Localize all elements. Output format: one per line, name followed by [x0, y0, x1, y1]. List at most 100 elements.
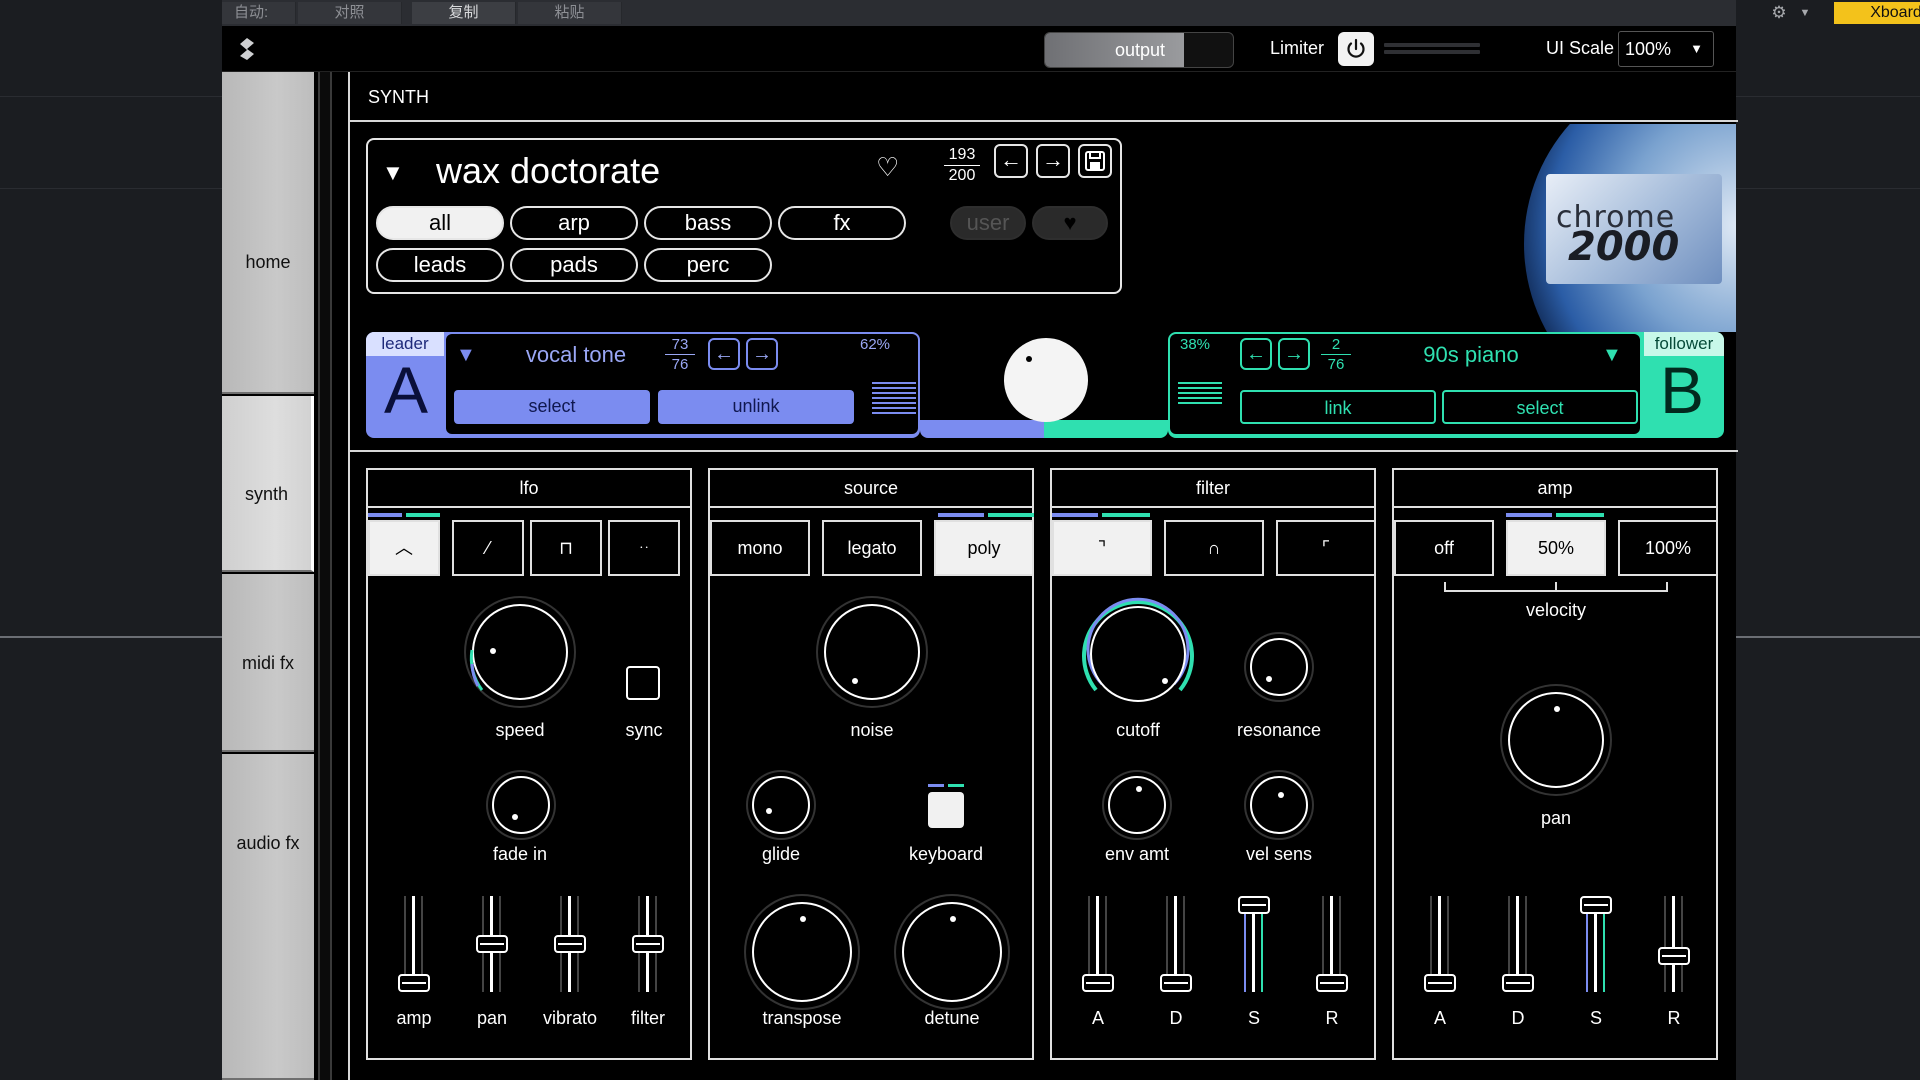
nav-item-audio-fx[interactable]: audio fx [222, 754, 314, 1080]
leader-sound-name[interactable]: vocal tone [506, 342, 646, 368]
nav-item-home[interactable]: home [222, 72, 314, 394]
leader-unlink-button[interactable]: unlink [658, 390, 854, 424]
fader-handle[interactable] [1580, 896, 1612, 914]
filter-pill-pads[interactable]: pads [510, 248, 638, 282]
lfo-shape-saw-button[interactable]: ⁄ [452, 520, 524, 576]
amp-pan-knob[interactable] [1508, 692, 1604, 788]
lfo-pan-fader[interactable] [462, 896, 522, 996]
lfo-shape-square-button[interactable]: ⊓ [530, 520, 602, 576]
source-noise-knob[interactable] [824, 604, 920, 700]
preset-name[interactable]: wax doctorate [436, 150, 660, 192]
amp-decay-fader[interactable] [1488, 896, 1548, 996]
filter-env-amt-knob[interactable] [1108, 776, 1166, 834]
lfo-fade-in-knob[interactable] [492, 776, 550, 834]
lfo-vibrato-fader[interactable] [540, 896, 600, 996]
source-detune-knob[interactable] [902, 902, 1002, 1002]
limiter-power-button[interactable] [1338, 32, 1374, 66]
filter-sustain-fader[interactable] [1224, 896, 1284, 996]
fader-handle[interactable] [1082, 974, 1114, 992]
amp-sustain-fader[interactable] [1566, 896, 1626, 996]
filter-pill-leads[interactable]: leads [376, 248, 504, 282]
filter-highpass-button[interactable]: ⌜ [1276, 520, 1376, 576]
fader-handle[interactable] [632, 935, 664, 953]
follower-prev-button[interactable]: ← [1240, 338, 1272, 370]
leader-counter: 73 76 [662, 336, 698, 373]
lfo-shape-random-button[interactable]: ᆢ [608, 520, 680, 576]
filter-pill-all[interactable]: all [376, 206, 504, 240]
save-button[interactable] [1078, 144, 1112, 178]
amp-attack-fader[interactable] [1410, 896, 1470, 996]
velocity-off-button[interactable]: off [1394, 520, 1494, 576]
velocity-100-button[interactable]: 100% [1618, 520, 1718, 576]
preset-counter: 193 200 [940, 146, 984, 185]
fader-handle[interactable] [1658, 946, 1690, 965]
lfo-speed-label: speed [495, 720, 545, 740]
filter-release-fader[interactable] [1302, 896, 1362, 996]
source-poly-button[interactable]: poly [934, 520, 1034, 576]
source-keyboard-label: keyboard [908, 844, 984, 864]
fader-handle[interactable] [1502, 974, 1534, 992]
follower-counter: 2 76 [1318, 336, 1354, 373]
favorite-heart-icon[interactable]: ♡ [876, 152, 899, 183]
velocity-50-button[interactable]: 50% [1506, 520, 1606, 576]
lfo-sync-toggle[interactable] [626, 666, 660, 700]
arrow-left-icon: ← [1246, 343, 1266, 365]
source-transpose-knob[interactable] [752, 902, 852, 1002]
filter-cutoff-knob[interactable] [1090, 606, 1186, 702]
filter-pill-favorites[interactable]: ♥ [1032, 206, 1108, 240]
leader-prev-button[interactable]: ← [708, 338, 740, 370]
save-icon [1085, 151, 1105, 171]
preset-dropdown-icon[interactable]: ▼ [382, 160, 404, 186]
follower-next-button[interactable]: → [1278, 338, 1310, 370]
follower-dropdown-icon[interactable]: ▼ [1602, 344, 1622, 367]
host-tab-copy[interactable]: 复制 [412, 2, 516, 24]
filter-decay-fader[interactable] [1146, 896, 1206, 996]
ab-crossfade-knob[interactable] [1004, 338, 1088, 422]
source-section: source mono legato poly noise glide keyb… [708, 468, 1034, 1060]
filter-resonance-knob[interactable] [1250, 638, 1308, 696]
host-tab-compare[interactable]: 对照 [298, 2, 402, 24]
follower-sound-name[interactable]: 90s piano [1396, 342, 1546, 368]
filter-vel-sens-knob[interactable] [1250, 776, 1308, 834]
leader-next-button[interactable]: → [746, 338, 778, 370]
filter-pill-bass[interactable]: bass [644, 206, 772, 240]
source-mono-button[interactable]: mono [710, 520, 810, 576]
leader-select-button[interactable]: select [454, 390, 650, 424]
lfo-filter-fader[interactable] [618, 896, 678, 996]
source-glide-knob[interactable] [752, 776, 810, 834]
output-meter[interactable]: output [1044, 32, 1234, 68]
page-title: SYNTH [350, 72, 1738, 122]
filter-pill-perc[interactable]: perc [644, 248, 772, 282]
filter-bandpass-button[interactable]: ∩ [1164, 520, 1264, 576]
leader-dropdown-icon[interactable]: ▼ [456, 344, 476, 367]
fader-handle[interactable] [1160, 974, 1192, 992]
fader-handle[interactable] [398, 974, 430, 992]
filter-pill-user[interactable]: user [950, 206, 1026, 240]
host-tab-paste[interactable]: 粘贴 [518, 2, 622, 24]
filter-attack-fader[interactable] [1068, 896, 1128, 996]
follower-link-button[interactable]: link [1240, 390, 1436, 424]
gear-icon[interactable]: ⚙ [1768, 2, 1790, 24]
chevron-down-icon[interactable]: ▼ [1796, 2, 1814, 24]
lfo-shape-triangle-button[interactable]: ︿ [368, 520, 440, 576]
host-tab-auto[interactable]: 自动: 关 [222, 2, 296, 43]
host-preset-name[interactable]: Xboard [1834, 2, 1920, 24]
preset-next-button[interactable]: → [1036, 144, 1070, 178]
fader-handle[interactable] [1238, 896, 1270, 914]
lfo-amp-fader[interactable] [384, 896, 444, 996]
source-keyboard-toggle[interactable] [928, 792, 964, 828]
fader-handle[interactable] [1424, 974, 1456, 992]
filter-lowpass-button[interactable]: ⌝ [1052, 520, 1152, 576]
preset-prev-button[interactable]: ← [994, 144, 1028, 178]
filter-pill-fx[interactable]: fx [778, 206, 906, 240]
follower-select-button[interactable]: select [1442, 390, 1638, 424]
fader-handle[interactable] [554, 935, 586, 953]
source-legato-button[interactable]: legato [822, 520, 922, 576]
fader-handle[interactable] [476, 935, 508, 953]
nav-item-midi-fx[interactable]: midi fx [222, 574, 314, 752]
fader-handle[interactable] [1316, 974, 1348, 992]
filter-pill-arp[interactable]: arp [510, 206, 638, 240]
nav-item-synth[interactable]: synth [222, 396, 314, 572]
ui-scale-select[interactable]: 100% ▼ [1618, 31, 1714, 67]
amp-release-fader[interactable] [1644, 896, 1704, 996]
